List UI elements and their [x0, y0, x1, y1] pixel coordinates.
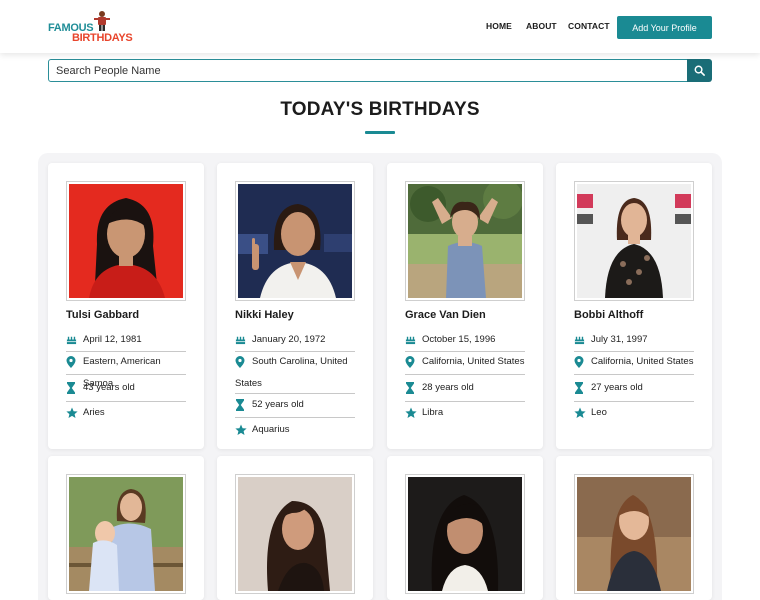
birthday-row: April 12, 1981	[66, 329, 186, 351]
age-row: 28 years old	[405, 377, 525, 399]
person-photo[interactable]	[235, 181, 355, 301]
cake-icon	[66, 336, 77, 345]
person-card[interactable]: Tulsi Gabbard April 12, 1981 Eastern, Am…	[48, 163, 204, 449]
portrait-image	[238, 184, 352, 298]
site-header: FAMOUS BIRTHDAYS HOME ABOUT CONTACT Add …	[0, 0, 760, 53]
location-row: California, United States	[574, 351, 694, 373]
person-photo[interactable]	[405, 181, 525, 301]
portrait-image	[69, 184, 183, 298]
cake-icon	[235, 336, 246, 345]
nav-about[interactable]: ABOUT	[526, 21, 557, 31]
location-pin-icon	[66, 356, 76, 368]
search-bar	[48, 59, 712, 82]
star-icon	[405, 407, 417, 418]
person-name[interactable]: Tulsi Gabbard	[66, 309, 139, 321]
cake-icon	[574, 336, 585, 345]
star-icon	[574, 407, 586, 418]
star-icon	[235, 424, 247, 435]
star-icon	[66, 407, 78, 418]
zodiac-text: Aquarius	[252, 424, 290, 435]
nav-home[interactable]: HOME	[486, 21, 512, 31]
section-title: TODAY'S BIRTHDAYS	[280, 99, 480, 120]
person-photo[interactable]	[574, 181, 694, 301]
logo-text-birthdays: BIRTHDAYS	[72, 32, 133, 44]
portrait-image	[69, 477, 183, 591]
person-photo[interactable]	[574, 474, 694, 594]
birthday-text: October 15, 1996	[422, 334, 496, 345]
person-photo[interactable]	[235, 474, 355, 594]
person-photo[interactable]	[66, 181, 186, 301]
birthday-row: January 20, 1972	[235, 329, 355, 351]
location-pin-icon	[405, 356, 415, 368]
zodiac-text: Leo	[591, 407, 607, 418]
logo-figure-icon	[94, 11, 110, 31]
search-input[interactable]	[48, 59, 688, 82]
nav-contact[interactable]: CONTACT	[568, 21, 610, 31]
birthday-row: October 15, 1996	[405, 329, 525, 351]
hourglass-icon	[236, 399, 244, 411]
zodiac-row: Libra	[405, 402, 525, 424]
person-name[interactable]: Grace Van Dien	[405, 309, 486, 321]
birthday-text: January 20, 1972	[252, 334, 326, 345]
location-pin-icon	[235, 356, 245, 368]
portrait-image	[577, 477, 691, 591]
age-row: 43 years old	[66, 377, 186, 399]
portrait-image	[408, 477, 522, 591]
person-photo[interactable]	[66, 474, 186, 594]
person-name[interactable]: Bobbi Althoff	[574, 309, 643, 321]
location-text: California, United States	[591, 356, 694, 367]
search-icon	[694, 65, 705, 76]
zodiac-row: Aquarius	[235, 419, 355, 441]
zodiac-text: Aries	[83, 407, 105, 418]
age-row: 27 years old	[574, 377, 694, 399]
cake-icon	[405, 336, 416, 345]
zodiac-text: Libra	[422, 407, 444, 418]
age-text: 27 years old	[591, 382, 643, 393]
hourglass-icon	[575, 382, 583, 394]
divider	[235, 417, 355, 418]
portrait-image	[238, 477, 352, 591]
portrait-image	[577, 184, 691, 298]
age-text: 28 years old	[422, 382, 474, 393]
site-logo[interactable]: FAMOUS BIRTHDAYS	[48, 10, 138, 44]
divider	[66, 374, 186, 375]
add-profile-button[interactable]: Add Your Profile	[617, 16, 712, 39]
location-text: California, United States	[422, 356, 525, 367]
person-card[interactable]	[556, 456, 712, 600]
location-text: South Carolina, United States	[235, 356, 348, 389]
birthday-text: July 31, 1997	[591, 334, 648, 345]
person-card[interactable]	[217, 456, 373, 600]
divider	[405, 374, 525, 375]
birthday-text: April 12, 1981	[83, 334, 142, 345]
location-row: South Carolina, United States	[235, 351, 355, 395]
location-pin-icon	[574, 356, 584, 368]
person-card[interactable]	[387, 456, 543, 600]
age-row: 52 years old	[235, 394, 355, 416]
hourglass-icon	[406, 382, 414, 394]
age-text: 43 years old	[83, 382, 135, 393]
zodiac-row: Aries	[66, 402, 186, 424]
search-button[interactable]	[687, 59, 712, 82]
person-card[interactable]: Nikki Haley January 20, 1972 South Carol…	[217, 163, 373, 449]
divider	[574, 374, 694, 375]
portrait-image	[408, 184, 522, 298]
birthday-row: July 31, 1997	[574, 329, 694, 351]
location-row: California, United States	[405, 351, 525, 373]
person-photo[interactable]	[405, 474, 525, 594]
person-card[interactable]: Bobbi Althoff July 31, 1997 California, …	[556, 163, 712, 449]
hourglass-icon	[67, 382, 75, 394]
title-underline	[365, 131, 395, 134]
age-text: 52 years old	[252, 399, 304, 410]
person-card[interactable]: Grace Van Dien October 15, 1996 Californ…	[387, 163, 543, 449]
person-card[interactable]	[48, 456, 204, 600]
person-name[interactable]: Nikki Haley	[235, 309, 294, 321]
zodiac-row: Leo	[574, 402, 694, 424]
